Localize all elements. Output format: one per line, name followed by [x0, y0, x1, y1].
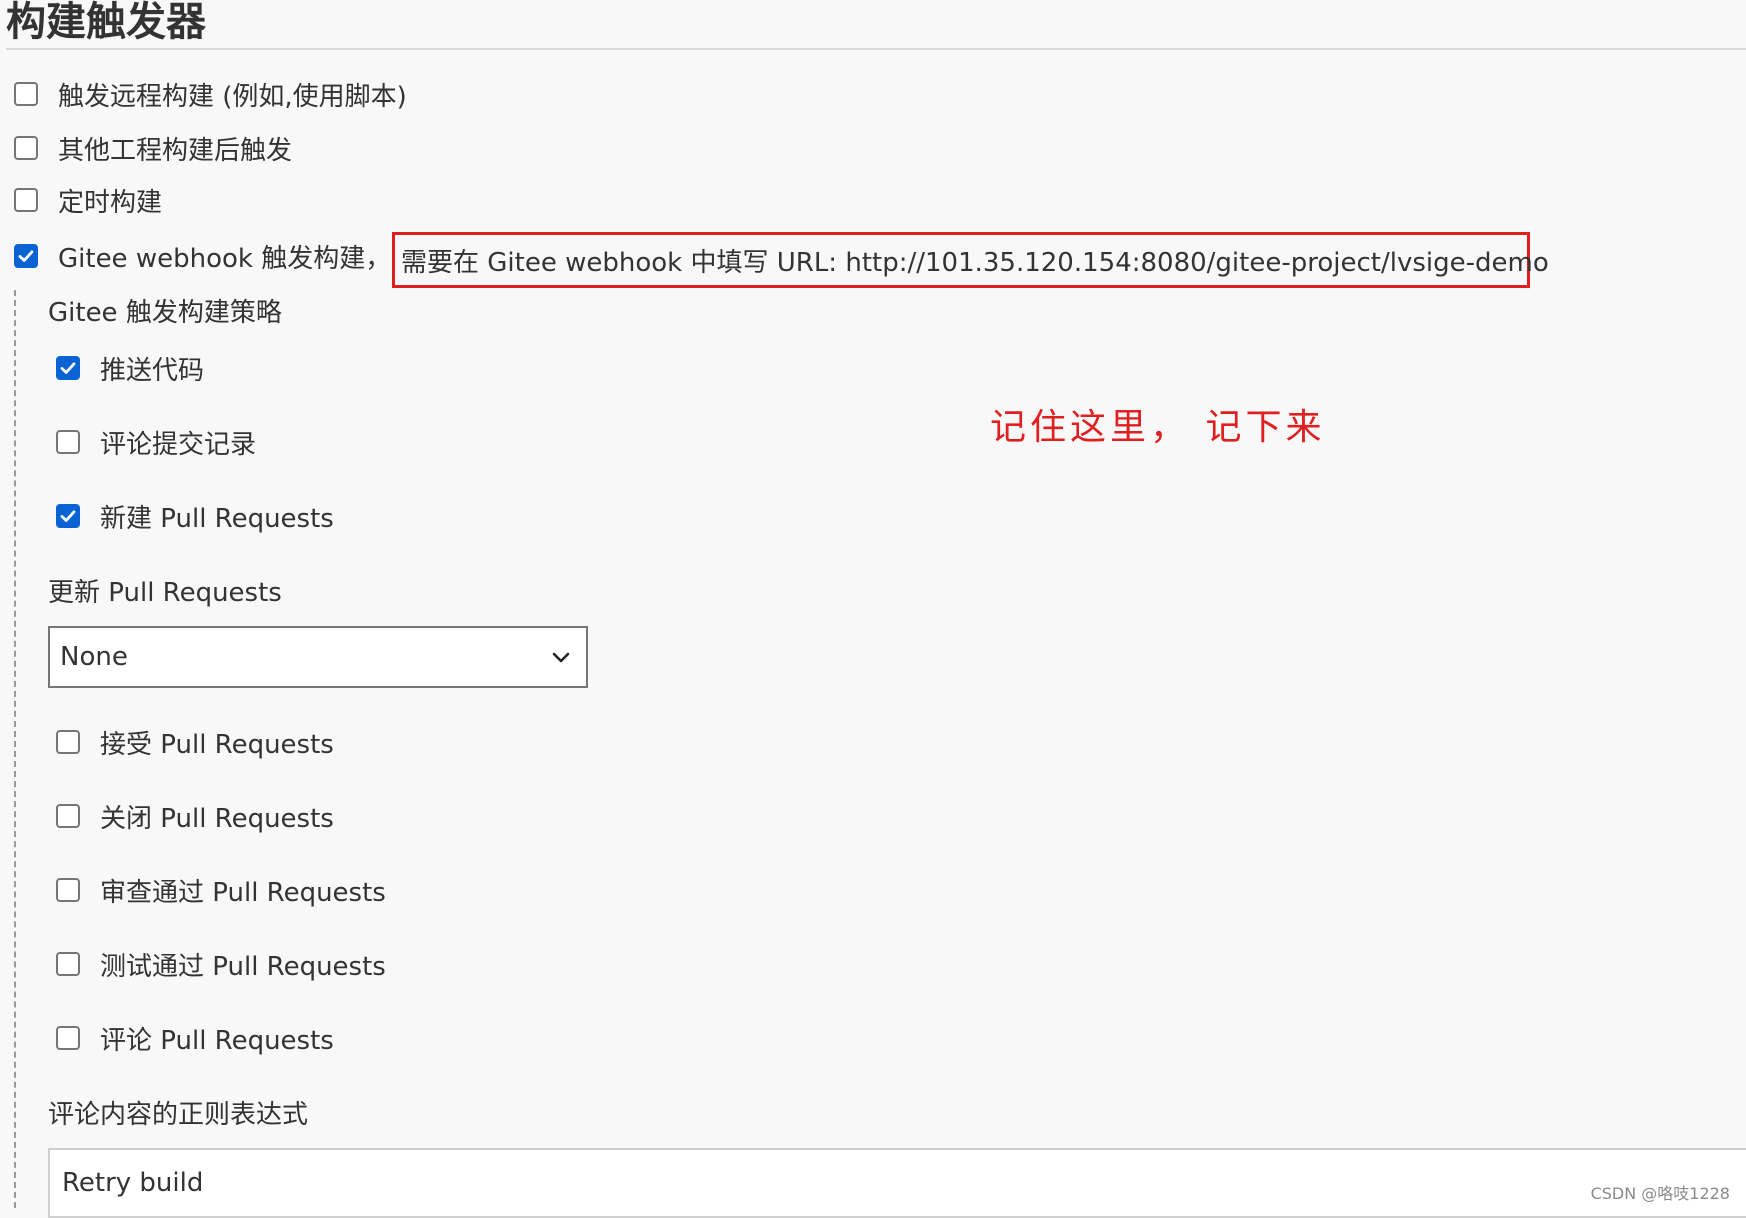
- annotation-note: 记住这里， 记下来: [990, 407, 1326, 448]
- trigger-after-other-build[interactable]: 其他工程构建后触发: [14, 128, 292, 168]
- trigger-after-other-build-checkbox[interactable]: [14, 136, 38, 160]
- option-push-code[interactable]: 推送代码: [56, 348, 204, 388]
- trigger-remote-build-label: 触发远程构建 (例如,使用脚本): [58, 81, 407, 112]
- chevron-down-icon: [550, 646, 572, 668]
- comment-regex-value: Retry build: [62, 1168, 204, 1198]
- option-push-code-checkbox[interactable]: [56, 356, 80, 380]
- option-test-passed-pr-checkbox[interactable]: [56, 952, 80, 976]
- trigger-scheduled-build[interactable]: 定时构建: [14, 180, 162, 220]
- trigger-scheduled-build-checkbox[interactable]: [14, 188, 38, 212]
- option-close-pr-checkbox[interactable]: [56, 804, 80, 828]
- update-pr-select[interactable]: None: [48, 626, 588, 688]
- option-new-pr[interactable]: 新建 Pull Requests: [56, 496, 334, 536]
- webhook-url-highlight: 需要在 Gitee webhook 中填写 URL: http://101.35…: [392, 232, 1549, 288]
- update-pr-label: 更新 Pull Requests: [48, 578, 282, 608]
- option-review-approved-pr-checkbox[interactable]: [56, 878, 80, 902]
- trigger-remote-build[interactable]: 触发远程构建 (例如,使用脚本): [14, 74, 407, 114]
- option-review-approved-pr-label: 审查通过 Pull Requests: [100, 877, 386, 908]
- option-test-passed-pr[interactable]: 测试通过 Pull Requests: [56, 944, 386, 984]
- option-close-pr-label: 关闭 Pull Requests: [100, 803, 334, 834]
- option-accept-pr-label: 接受 Pull Requests: [100, 729, 334, 760]
- option-close-pr[interactable]: 关闭 Pull Requests: [56, 796, 334, 836]
- option-accept-pr-checkbox[interactable]: [56, 730, 80, 754]
- option-new-pr-checkbox[interactable]: [56, 504, 80, 528]
- watermark: CSDN @咯吱1228: [1590, 1184, 1730, 1203]
- comment-regex-label: 评论内容的正则表达式: [48, 1100, 309, 1130]
- option-commit-comment-checkbox[interactable]: [56, 430, 80, 454]
- trigger-gitee-webhook-checkbox[interactable]: [14, 244, 38, 268]
- update-pr-selected-value: None: [60, 642, 128, 672]
- trigger-gitee-webhook-label: Gitee webhook 触发构建，: [58, 243, 392, 274]
- trigger-gitee-webhook[interactable]: Gitee webhook 触发构建，: [14, 236, 391, 276]
- option-push-code-label: 推送代码: [100, 355, 205, 386]
- webhook-url-text: 需要在 Gitee webhook 中填写 URL: http://101.35…: [401, 247, 1549, 278]
- option-comment-pr-checkbox[interactable]: [56, 1026, 80, 1050]
- trigger-after-other-build-label: 其他工程构建后触发: [58, 135, 293, 166]
- option-commit-comment[interactable]: 评论提交记录: [56, 422, 256, 462]
- nested-config-guide: [14, 290, 16, 1208]
- section-title: 构建触发器: [6, 0, 206, 45]
- option-review-approved-pr[interactable]: 审查通过 Pull Requests: [56, 870, 386, 910]
- option-test-passed-pr-label: 测试通过 Pull Requests: [100, 951, 386, 982]
- option-commit-comment-label: 评论提交记录: [100, 429, 257, 460]
- title-divider: [6, 48, 1746, 50]
- strategy-heading: Gitee 触发构建策略: [48, 298, 282, 328]
- option-comment-pr-label: 评论 Pull Requests: [100, 1025, 334, 1056]
- option-new-pr-label: 新建 Pull Requests: [100, 503, 334, 534]
- trigger-scheduled-build-label: 定时构建: [58, 187, 163, 218]
- option-comment-pr[interactable]: 评论 Pull Requests: [56, 1018, 334, 1058]
- option-accept-pr[interactable]: 接受 Pull Requests: [56, 722, 334, 762]
- trigger-remote-build-checkbox[interactable]: [14, 82, 38, 106]
